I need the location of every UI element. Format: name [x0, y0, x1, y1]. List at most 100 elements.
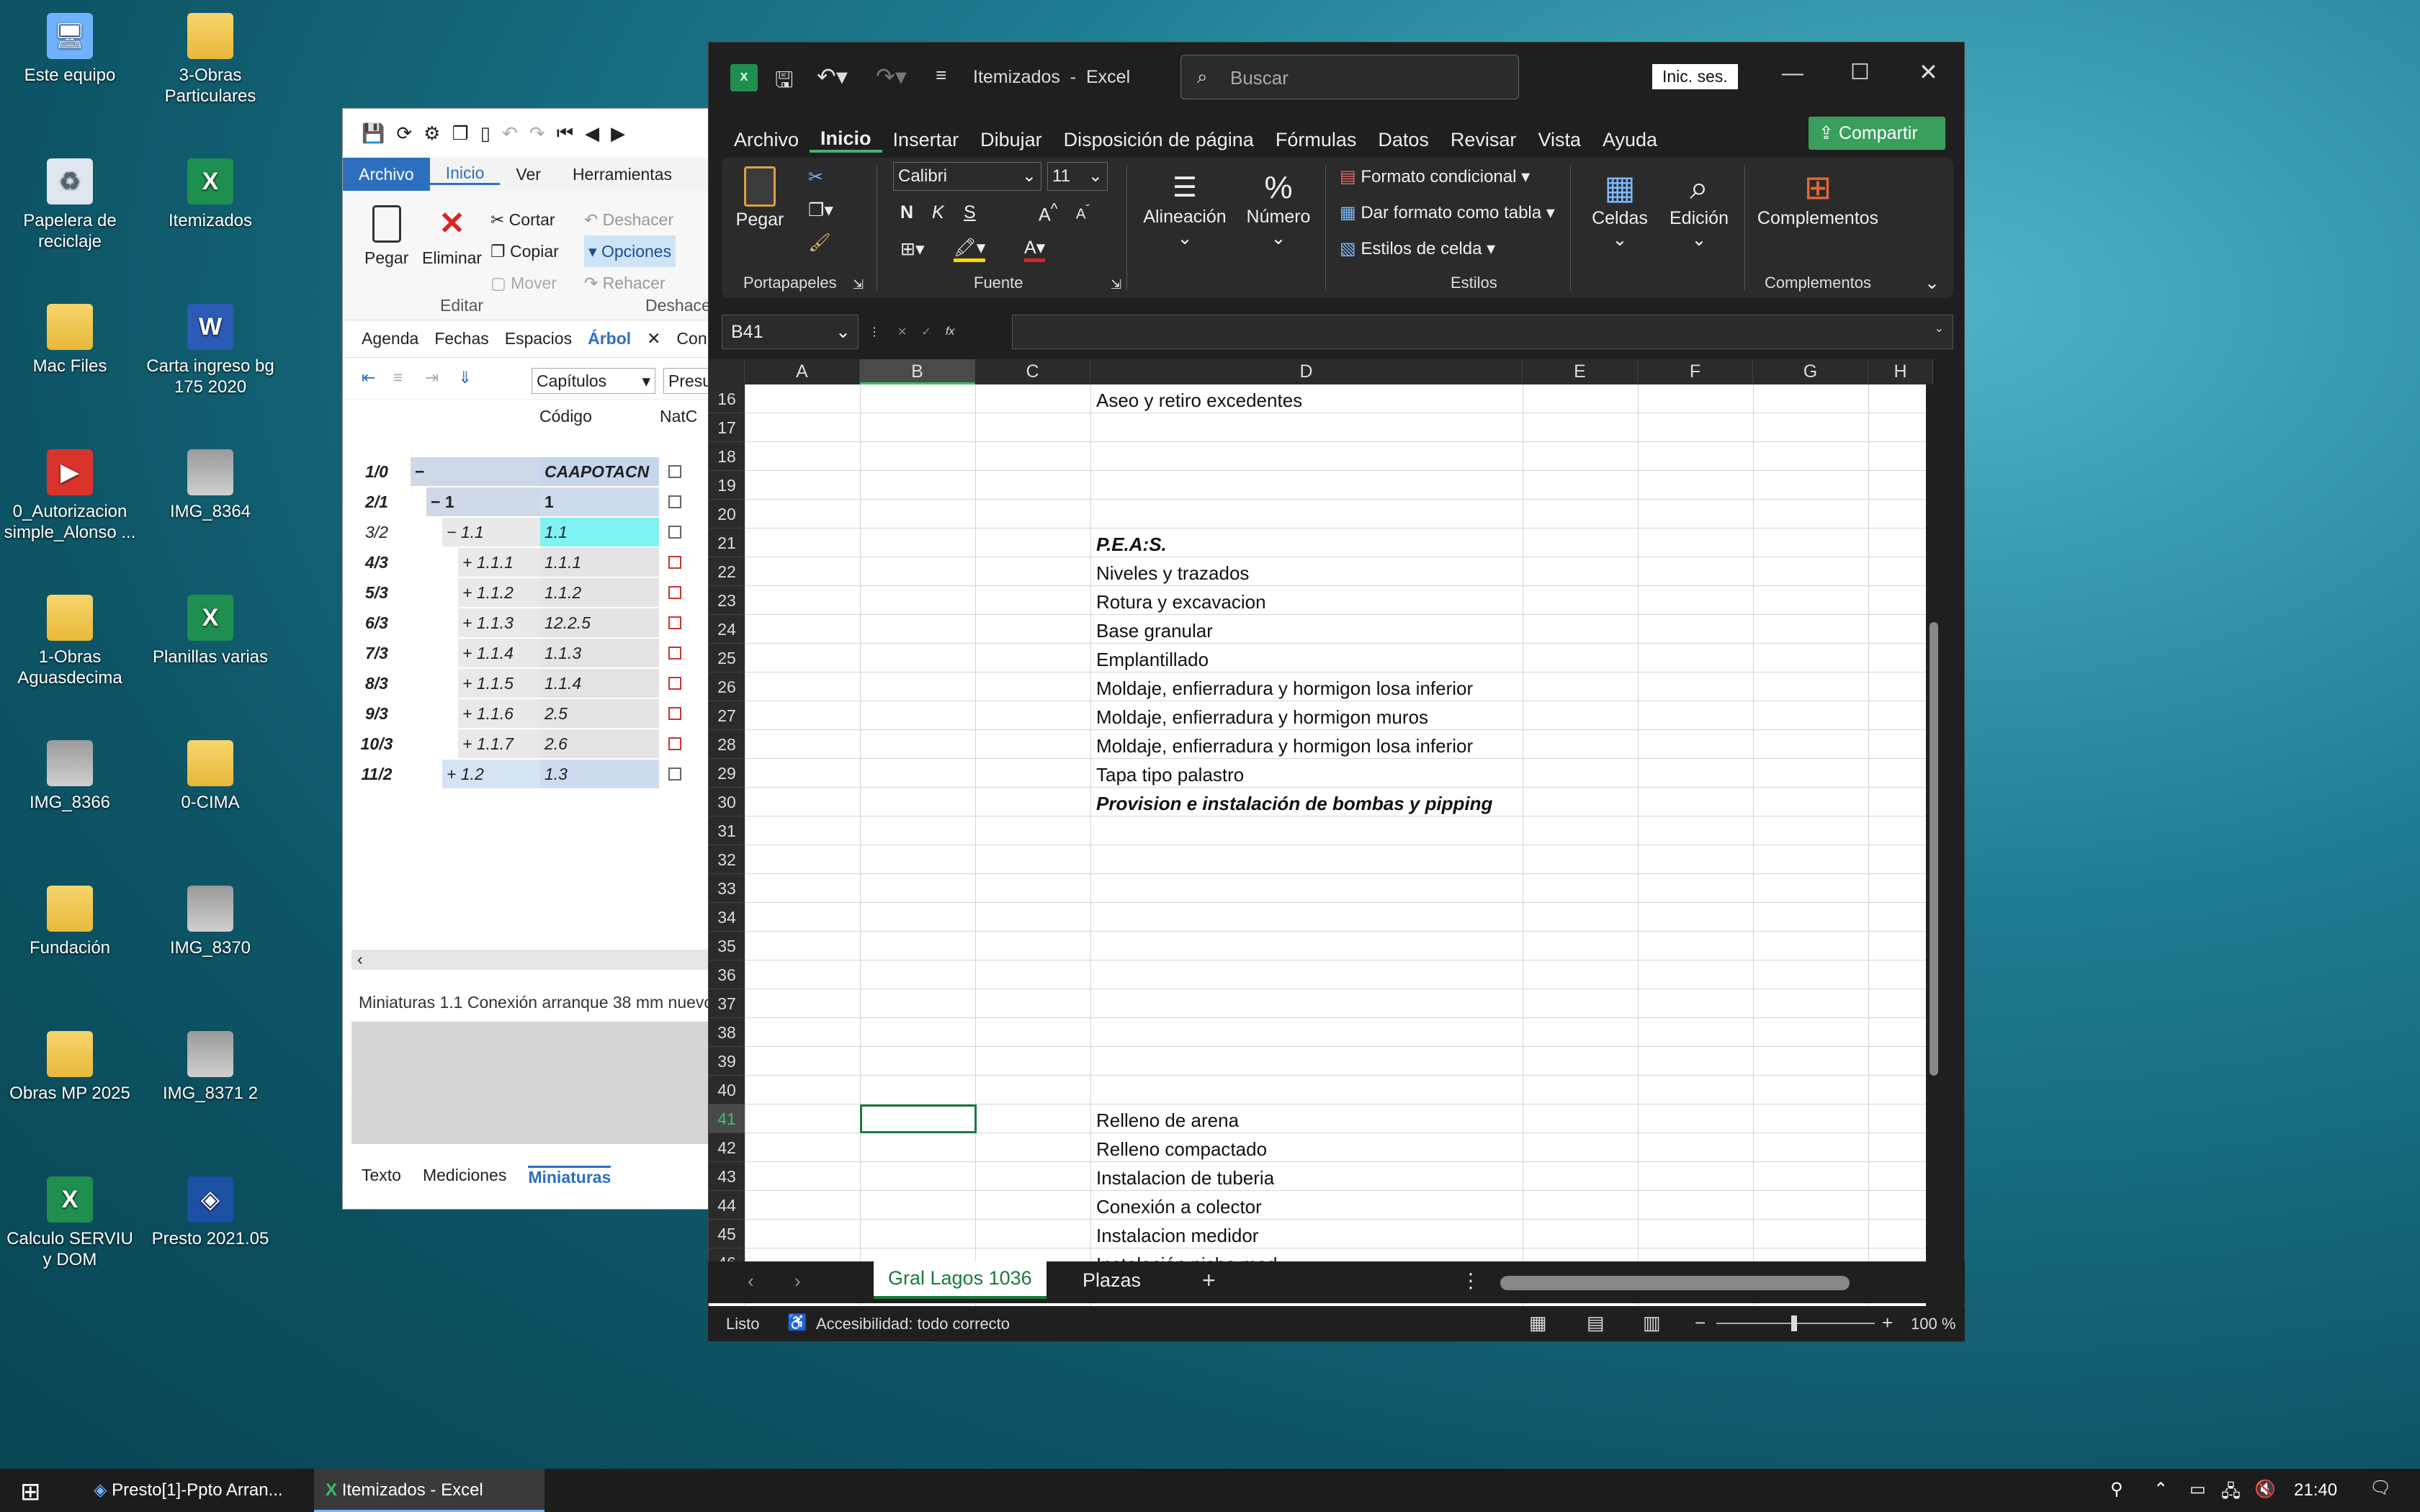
decrease-font-icon[interactable]: Aˇ — [1076, 202, 1090, 223]
desktop-icon[interactable]: Fundación — [1, 886, 138, 958]
cortar-button[interactable]: ✂ Cortar — [490, 204, 559, 235]
cell-d[interactable]: Rotura y excavacion — [1096, 591, 1266, 613]
pegar-button[interactable]: Pegar — [735, 166, 785, 230]
save-icon[interactable]: 🖫 — [775, 64, 794, 101]
fill-color-icon[interactable]: 🖍▾ — [954, 237, 986, 262]
select-all-corner[interactable] — [709, 359, 745, 384]
column-header[interactable]: E — [1523, 359, 1638, 384]
minimize-icon[interactable]: — — [1782, 61, 1803, 86]
tree-code[interactable]: 2.5 — [540, 699, 659, 728]
column-header[interactable]: H — [1868, 359, 1933, 384]
accessibility-status[interactable]: Accesibilidad: todo correcto — [816, 1315, 1010, 1333]
borders-icon[interactable]: ⊞▾ — [900, 238, 925, 260]
row-header[interactable]: 24 — [709, 615, 745, 644]
redo-icon[interactable]: ↷ — [529, 122, 545, 145]
cell-d[interactable]: Moldaje, enfierradura y hormigon losa in… — [1096, 678, 1473, 700]
row-header[interactable]: 19 — [709, 471, 745, 500]
share-button[interactable]: ⇪ Compartir — [1809, 117, 1945, 150]
italic-button[interactable]: K — [932, 202, 944, 223]
menu-inicio[interactable]: Inicio — [810, 127, 882, 153]
row-header[interactable]: 34 — [709, 903, 745, 932]
font-color-icon[interactable]: A▾ — [1024, 237, 1046, 262]
name-box[interactable]: B41 ⌄ — [722, 315, 859, 349]
desktop-icon[interactable]: 0-CIMA — [142, 740, 279, 813]
opciones-button[interactable]: ▾ Opciones — [584, 235, 676, 267]
tree-code[interactable]: 1.3 — [540, 760, 659, 788]
tree-code[interactable]: CAAPOTACN — [540, 457, 659, 486]
close-window-icon[interactable]: ✕ — [1919, 58, 1938, 86]
row-header[interactable]: 39 — [709, 1047, 745, 1076]
row-header[interactable]: 37 — [709, 989, 745, 1018]
menu-disposicion[interactable]: Disposición de página — [1053, 129, 1265, 151]
notifications-icon[interactable]: 🗨 — [2370, 1477, 2391, 1498]
search-box[interactable]: ⌕ Buscar — [1180, 55, 1519, 99]
subtab-con[interactable]: Con — [676, 329, 707, 348]
desktop-icon[interactable]: ◈ Presto 2021.05 — [142, 1176, 279, 1249]
first-icon[interactable]: ⏮ — [557, 122, 573, 145]
row-header[interactable]: 22 — [709, 557, 745, 586]
desktop-icon[interactable]: ▶ 0_Autorizacion simple_Alonso ... — [1, 449, 138, 543]
tree-row[interactable]: 8/3 + 1.1.5 1.1.4 — [351, 669, 716, 698]
cell-d[interactable]: Aseo y retiro excedentes — [1096, 390, 1302, 412]
taskbar-item-presto[interactable]: ◈ Presto[1]-Ppto Arran... — [94, 1469, 310, 1512]
tree-node[interactable]: + 1.1.5 — [458, 669, 540, 698]
tab-texto[interactable]: Texto — [362, 1166, 401, 1187]
row-header[interactable]: 41 — [709, 1104, 745, 1133]
cell-d[interactable]: Conexión a colector — [1096, 1196, 1262, 1218]
menu-revisar[interactable]: Revisar — [1440, 129, 1528, 151]
cell-d[interactable]: Emplantillado — [1096, 649, 1209, 671]
tree-code[interactable]: 1.1.4 — [540, 669, 659, 698]
expand-icon[interactable]: ⇓ — [458, 368, 472, 387]
tree-node[interactable]: + 1.1.1 — [458, 548, 540, 577]
level-icon[interactable]: ≡ — [393, 368, 403, 387]
subtab-espacios[interactable]: Espacios — [505, 329, 572, 348]
tree-row[interactable]: 1/0 − CAAPOTACN — [351, 457, 716, 486]
copy-icon[interactable]: ❐▾ — [808, 199, 833, 221]
people-icon[interactable]: ⚲ — [2110, 1479, 2123, 1500]
row-header[interactable]: 43 — [709, 1162, 745, 1191]
underline-button[interactable]: S — [964, 202, 976, 223]
cell-d[interactable]: Relleno compactado — [1096, 1138, 1267, 1161]
desktop-icon[interactable]: W Carta ingreso bg 175 2020 — [142, 304, 279, 397]
cell-d[interactable]: Relleno de arena — [1096, 1110, 1239, 1132]
desktop-icon[interactable]: Mac Files — [1, 304, 138, 377]
page-layout-icon[interactable]: ▤ — [1587, 1312, 1605, 1334]
add-sheet-icon[interactable]: + — [1202, 1267, 1216, 1294]
network-icon[interactable]: 🖧 — [2221, 1479, 2241, 1508]
desktop-icon[interactable]: X Planillas varias — [142, 595, 279, 667]
cell-d[interactable]: Instalacion medidor — [1096, 1225, 1258, 1247]
dialog-launcher-icon[interactable]: ⇲ — [853, 277, 864, 292]
row-header[interactable]: 25 — [709, 644, 745, 672]
menu-archivo[interactable]: Archivo — [343, 158, 430, 191]
cancel-formula-icon[interactable]: ✕ — [897, 325, 907, 339]
tree-row[interactable]: 4/3 + 1.1.1 1.1.1 — [351, 548, 716, 577]
tree-node[interactable]: + 1.1.4 — [458, 639, 540, 667]
tree-row[interactable]: 2/1 − 11 — [351, 487, 716, 516]
font-size-select[interactable]: 11 ⌄ — [1047, 162, 1108, 191]
tree-node[interactable]: + 1.1.3 — [458, 608, 540, 637]
cell-d[interactable]: Moldaje, enfierradura y hormigon losa in… — [1096, 735, 1473, 757]
insert-function-icon[interactable]: fx — [946, 325, 954, 338]
tree-scrollbar[interactable]: ‹ — [351, 950, 716, 970]
vertical-scrollbar[interactable] — [1926, 384, 1942, 1310]
maximize-icon[interactable]: ☐ — [1850, 60, 1870, 85]
column-header[interactable]: F — [1638, 359, 1753, 384]
scrollbar-thumb[interactable] — [1930, 622, 1938, 1076]
taskbar-item-excel[interactable]: X Itemizados - Excel — [314, 1469, 544, 1512]
format-painter-icon[interactable]: 🖌 — [808, 233, 831, 253]
tree-row[interactable]: 10/3 + 1.1.7 2.6 — [351, 729, 716, 758]
next-icon[interactable]: ▶ — [611, 122, 625, 145]
menu-insertar[interactable]: Insertar — [882, 129, 970, 151]
row-header[interactable]: 40 — [709, 1076, 745, 1104]
font-name-select[interactable]: Calibri ⌄ — [893, 162, 1041, 191]
customize-toolbar-icon[interactable]: ≡ — [936, 64, 946, 86]
column-header[interactable]: A — [745, 359, 860, 384]
selected-cell-b41[interactable] — [860, 1104, 977, 1133]
level-up-icon[interactable]: ⇤ — [362, 368, 375, 387]
volume-mute-icon[interactable]: 🔇 — [2254, 1479, 2276, 1500]
tree-code[interactable]: 1.1.2 — [540, 578, 659, 607]
dialog-launcher-icon[interactable]: ⇲ — [1111, 277, 1121, 292]
desktop-icon[interactable]: 🖥 Este equipo — [1, 13, 138, 86]
row-header[interactable]: 44 — [709, 1191, 745, 1220]
refresh-icon[interactable]: ⟳ — [396, 122, 412, 145]
